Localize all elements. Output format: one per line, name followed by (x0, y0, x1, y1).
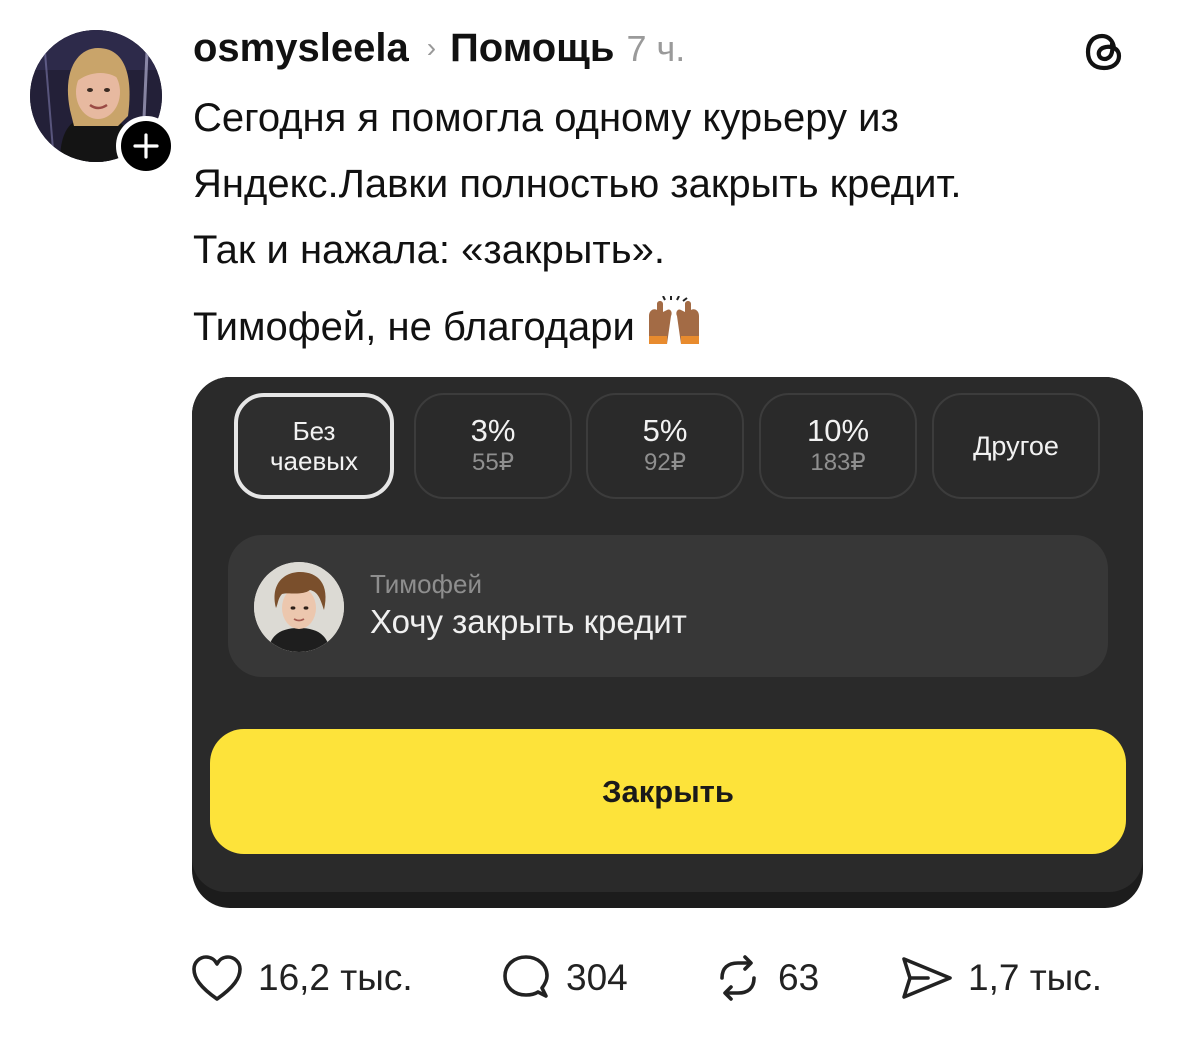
close-button[interactable]: Закрыть (210, 729, 1126, 854)
comment-count: 304 (566, 957, 628, 998)
plus-icon (133, 133, 159, 159)
post-text-line: Яндекс.Лавки полностью закрыть кредит. (193, 162, 962, 206)
chevron-right-icon: › (426, 32, 437, 63)
courier-name: Тимофей (370, 569, 482, 599)
repost-count: 63 (778, 957, 820, 998)
tip-amount: 183₽ (810, 449, 866, 476)
repost-icon (720, 955, 756, 1001)
like-count: 16,2 тыс. (258, 957, 413, 998)
tip-amount: 55₽ (472, 449, 514, 476)
tip-option-other[interactable]: Другое (932, 393, 1100, 499)
post-actions: 16,2 тыс. 304 63 1,7 тыс. (190, 948, 1140, 1008)
share-count: 1,7 тыс. (968, 957, 1103, 998)
comment-icon (503, 955, 549, 998)
tip-option-10[interactable]: 10% 183₽ (759, 393, 917, 499)
send-icon (902, 957, 952, 999)
share-button[interactable]: 1,7 тыс. (898, 948, 1102, 1008)
author-avatar-wrap[interactable] (30, 30, 176, 176)
community-link[interactable]: Помощь (450, 26, 615, 71)
tip-label: чаевых (270, 446, 358, 476)
courier-comment: Тимофей Хочу закрыть кредит (228, 535, 1108, 677)
raising-hands-emoji-icon (648, 296, 699, 344)
threads-logo-icon[interactable] (1080, 28, 1128, 76)
tip-label: Без (292, 416, 336, 446)
attached-image[interactable]: Без чаевых 3% 55₽ 5% 92₽ 10% 183₽ Другое (192, 377, 1143, 908)
heart-icon (192, 955, 242, 1001)
post-header: osmysleela › Помощь 7 ч. (193, 26, 685, 74)
follow-button[interactable] (116, 116, 176, 176)
tip-percent: 10% (806, 413, 870, 448)
tip-amount: 92₽ (644, 449, 686, 476)
like-button[interactable]: 16,2 тыс. (190, 948, 413, 1008)
post-time: 7 ч. (626, 28, 686, 69)
tip-percent: 5% (642, 413, 688, 448)
post-text: Тимофей, не благодари (193, 305, 635, 349)
courier-message: Хочу закрыть кредит (370, 603, 687, 640)
tip-label: Другое (973, 430, 1059, 461)
tip-sheet: Без чаевых 3% 55₽ 5% 92₽ 10% 183₽ Другое (192, 377, 1143, 892)
tip-option-5[interactable]: 5% 92₽ (586, 393, 744, 499)
post-text-line: Сегодня я помогла одному курьеру из (193, 96, 899, 140)
post-text-line-with-emoji: Тимофей, не благодари (193, 296, 703, 350)
tip-option-none[interactable]: Без чаевых (234, 393, 394, 499)
tip-option-3[interactable]: 3% 55₽ (414, 393, 572, 499)
post-text-line: Так и нажала: «закрыть». (193, 228, 665, 272)
tip-percent: 3% (470, 413, 516, 448)
comment-button[interactable]: 304 (500, 948, 628, 1008)
repost-button[interactable]: 63 (712, 948, 819, 1008)
courier-avatar (254, 562, 344, 652)
username-link[interactable]: osmysleela (193, 26, 409, 71)
